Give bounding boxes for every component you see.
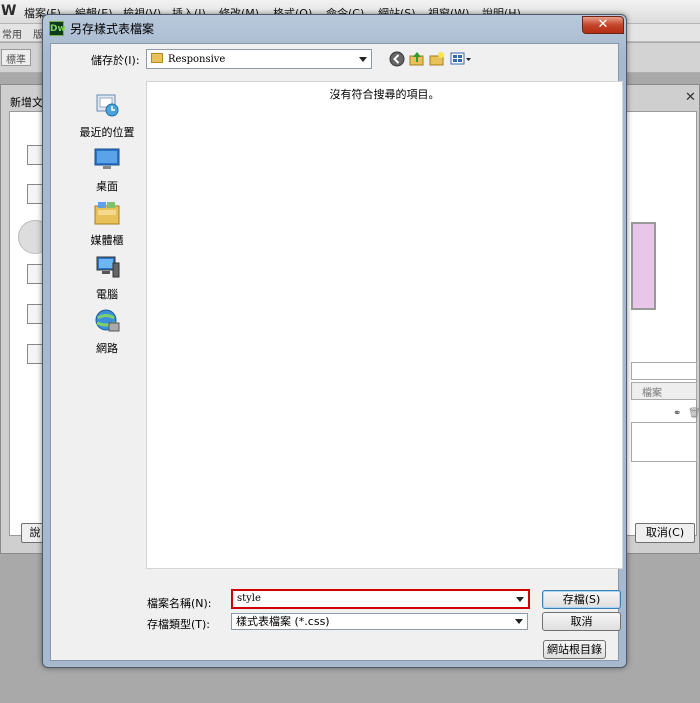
place-recent-label: 最近的位置 bbox=[79, 126, 135, 139]
filename-value: style bbox=[237, 593, 261, 604]
attach-css-icon[interactable]: ⚭ bbox=[673, 408, 681, 419]
place-recent[interactable]: 最近的位置 bbox=[70, 91, 144, 140]
cancel-button[interactable]: 取消 bbox=[542, 612, 621, 631]
place-computer[interactable]: 電腦 bbox=[70, 253, 144, 302]
desktop-icon bbox=[94, 148, 120, 169]
dreamweaver-icon: Dw bbox=[49, 21, 66, 36]
place-libraries[interactable]: 媒體櫃 bbox=[70, 199, 144, 248]
place-libraries-label: 媒體櫃 bbox=[90, 234, 124, 247]
libraries-icon bbox=[94, 202, 120, 225]
new-document-cancel-button[interactable]: 取消(C) bbox=[635, 523, 695, 543]
network-icon bbox=[95, 309, 120, 332]
places-bar: 最近的位置 桌面 媒體櫃 電腦 網路 bbox=[70, 81, 144, 569]
place-network[interactable]: 網路 bbox=[70, 307, 144, 356]
file-list[interactable]: 沒有符合搜尋的項目。 bbox=[146, 81, 623, 569]
app-logo: W bbox=[1, 3, 17, 19]
recent-places-icon bbox=[96, 94, 119, 117]
place-desktop-label: 桌面 bbox=[96, 180, 118, 193]
doctype-select[interactable] bbox=[631, 362, 697, 380]
dialog-content: 儲存於(I): Responsive 最近的位置 桌面 媒體櫃 電腦 網路 沒有… bbox=[50, 43, 623, 661]
filetype-select[interactable]: 樣式表檔案 (*.css) bbox=[231, 613, 528, 630]
view-menu-icon[interactable] bbox=[450, 51, 472, 67]
filename-label: 檔案名稱(N): bbox=[147, 597, 212, 610]
computer-icon bbox=[96, 256, 120, 278]
new-document-close-icon[interactable]: ✕ bbox=[685, 90, 696, 105]
save-in-label: 儲存於(I): bbox=[91, 54, 140, 67]
close-button[interactable]: ✕ bbox=[582, 16, 624, 34]
site-root-button[interactable]: 網站根目錄 bbox=[543, 640, 606, 659]
place-computer-label: 電腦 bbox=[96, 288, 118, 301]
up-folder-icon[interactable] bbox=[409, 51, 425, 67]
trash-icon[interactable]: 🗑 bbox=[688, 408, 700, 419]
back-icon[interactable] bbox=[389, 51, 405, 67]
layout-preview bbox=[631, 222, 656, 310]
insert-tab-common[interactable]: 常用 bbox=[2, 26, 22, 41]
save-stylesheet-dialog: Dw 另存樣式表檔案 ✕ 儲存於(I): Responsive 最近的位置 桌面… bbox=[42, 14, 627, 668]
empty-message: 沒有符合搜尋的項目。 bbox=[329, 88, 440, 101]
folder-icon bbox=[151, 53, 163, 63]
attached-css-list[interactable] bbox=[631, 422, 697, 462]
place-network-label: 網路 bbox=[96, 342, 118, 355]
save-in-select[interactable]: Responsive bbox=[146, 49, 372, 69]
new-folder-icon[interactable] bbox=[429, 51, 445, 67]
layout-css-select[interactable]: 檔案 bbox=[631, 382, 697, 400]
filetype-value: 樣式表檔案 (*.css) bbox=[236, 615, 330, 628]
filetype-label: 存檔類型(T): bbox=[147, 618, 211, 631]
filename-input[interactable]: style bbox=[231, 589, 530, 609]
dialog-title: 另存樣式表檔案 bbox=[70, 22, 155, 36]
layout-css-label: 檔案 bbox=[642, 388, 662, 399]
chevron-down-icon bbox=[515, 619, 523, 624]
save-button[interactable]: 存檔(S) bbox=[542, 590, 621, 609]
chevron-down-icon bbox=[516, 597, 524, 602]
save-in-value: Responsive bbox=[168, 54, 226, 65]
standard-toolbar-button[interactable]: 標準 bbox=[1, 49, 31, 66]
chevron-down-icon bbox=[359, 57, 367, 62]
place-desktop[interactable]: 桌面 bbox=[70, 145, 144, 194]
new-document-title: 新增文 bbox=[10, 96, 43, 109]
